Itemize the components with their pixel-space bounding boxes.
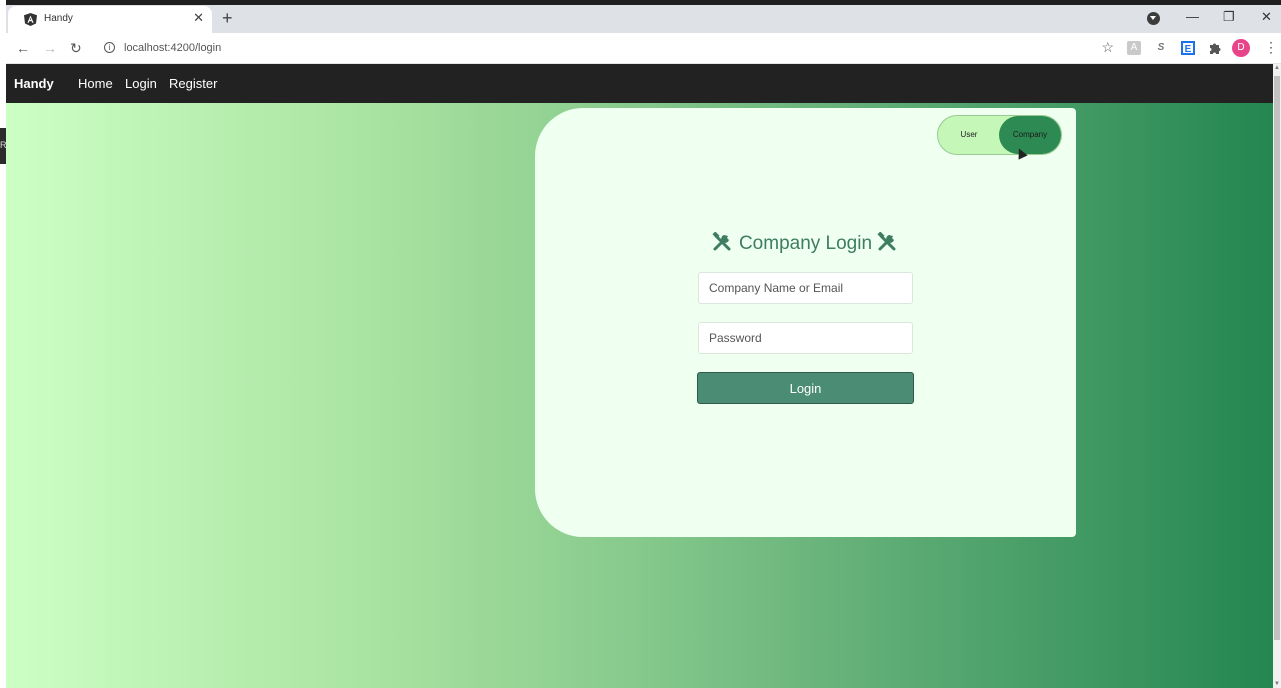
extensions-puzzle-icon[interactable] xyxy=(1208,41,1222,55)
extension-icon[interactable]: A xyxy=(1127,41,1141,55)
browser-menu-icon[interactable]: ⋮ xyxy=(1264,40,1278,54)
new-tab-button[interactable]: + xyxy=(222,8,233,28)
address-bar[interactable]: i localhost:4200/login ☆ xyxy=(98,36,1118,61)
tab-close-icon[interactable]: ✕ xyxy=(193,11,204,25)
app-navbar: Handy Home Login Register xyxy=(6,64,1273,103)
tools-icon xyxy=(877,232,896,251)
angular-icon xyxy=(24,13,37,26)
back-button[interactable]: ← xyxy=(16,40,30,56)
nav-link-home[interactable]: Home xyxy=(78,76,113,91)
extension-e-icon[interactable]: E xyxy=(1181,41,1195,55)
login-heading: Company Login xyxy=(535,232,1076,255)
page-content: User Company Company Login Company Name … xyxy=(6,103,1273,688)
scroll-down-arrow-icon[interactable]: ▼ xyxy=(1273,681,1281,687)
minimize-button[interactable]: — xyxy=(1186,10,1199,24)
account-type-toggle[interactable]: User Company xyxy=(937,115,1062,155)
navbar-brand[interactable]: Handy xyxy=(14,76,54,91)
download-icon[interactable] xyxy=(1147,12,1160,25)
login-button[interactable]: Login xyxy=(697,372,914,404)
profile-avatar[interactable]: D xyxy=(1232,39,1250,57)
nav-link-login[interactable]: Login xyxy=(125,76,157,91)
browser-tab[interactable]: Handy ✕ xyxy=(8,6,212,33)
web-page: Handy Home Login Register User Company C… xyxy=(6,64,1273,688)
site-info-icon[interactable]: i xyxy=(104,42,115,53)
browser-toolbar: ← → ↻ i localhost:4200/login ☆ A S E D ⋮ xyxy=(6,33,1281,64)
scroll-up-arrow-icon[interactable]: ▲ xyxy=(1273,65,1281,71)
url-text[interactable]: localhost:4200/login xyxy=(124,42,221,54)
tab-strip: Handy ✕ + — ❐ ✕ xyxy=(6,5,1281,33)
tab-title: Handy xyxy=(44,13,73,24)
bookmark-star-icon[interactable]: ☆ xyxy=(1101,39,1114,56)
scrollbar-thumb[interactable] xyxy=(1274,76,1280,640)
page-scrollbar[interactable]: ▲ ▼ xyxy=(1273,64,1281,688)
login-card: User Company Company Login Company Name … xyxy=(535,108,1076,537)
toggle-option-company[interactable]: Company xyxy=(999,116,1061,154)
extension-s-icon[interactable]: S xyxy=(1154,41,1168,55)
password-input[interactable] xyxy=(698,322,913,354)
company-name-or-email-input[interactable] xyxy=(698,272,913,304)
toggle-option-user[interactable]: User xyxy=(938,116,1000,154)
reload-button[interactable]: ↻ xyxy=(70,40,82,56)
close-window-button[interactable]: ✕ xyxy=(1261,10,1272,24)
forward-button[interactable]: → xyxy=(43,40,57,56)
login-title-text: Company Login xyxy=(738,233,873,254)
maximize-button[interactable]: ❐ xyxy=(1223,10,1235,24)
nav-link-register[interactable]: Register xyxy=(169,76,217,91)
tools-icon xyxy=(712,232,731,251)
browser-window: Handy ✕ + — ❐ ✕ ← → ↻ i localhost:4200/l… xyxy=(6,5,1281,688)
